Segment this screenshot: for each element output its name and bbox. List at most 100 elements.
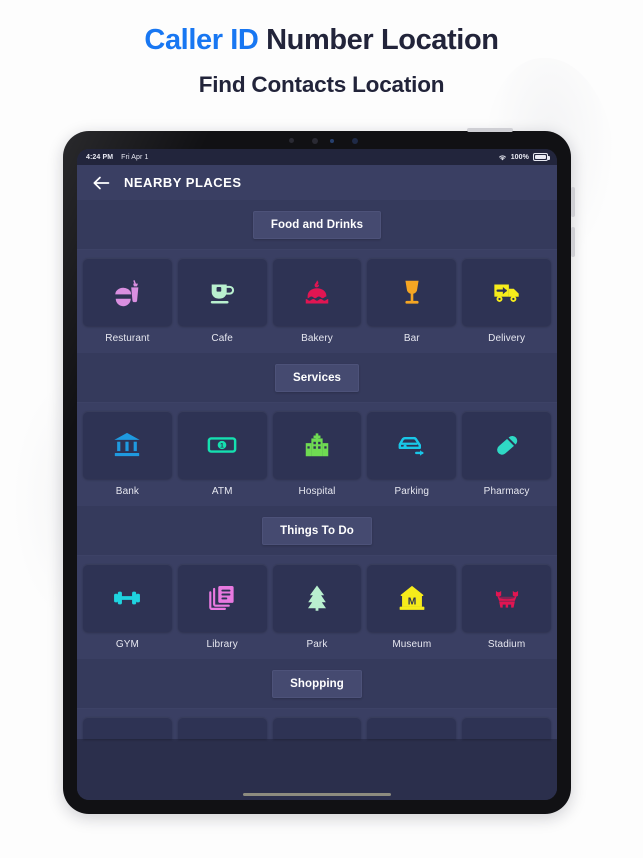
promo-title: Caller ID Number Location	[0, 24, 643, 57]
tile-icon-box[interactable]: 1	[177, 411, 267, 479]
camera-lens-icon	[312, 137, 318, 144]
tile-icon-box[interactable]: M	[367, 564, 457, 632]
place-tile-atm[interactable]: 1 ATM	[177, 411, 267, 497]
front-camera-icon	[352, 137, 358, 144]
battery-full-icon	[533, 153, 550, 161]
tile-icon-box[interactable]	[272, 564, 362, 632]
tile-row-services: Bank 1 ATM Hospital Parking Pharmacy	[77, 403, 557, 506]
tile-icon-box[interactable]	[462, 411, 551, 479]
tile-icon-box[interactable]	[177, 258, 267, 326]
place-tile-bar[interactable]: Bar	[367, 258, 457, 344]
pill-icon	[496, 435, 517, 455]
place-tile-bank[interactable]: Bank	[83, 411, 172, 497]
tile-label: Delivery	[488, 333, 526, 344]
tile-label: Cafe	[211, 333, 233, 344]
tablet-screen: 4:24 PM Fri Apr 1 100% NEARBY PLACES Foo…	[77, 149, 557, 800]
promo-subtitle: Find Contacts Location	[198, 72, 445, 98]
wifi-icon	[498, 154, 506, 160]
tile-label: Bank	[115, 486, 139, 497]
tree-icon	[307, 585, 326, 611]
category-chip-things-to-do[interactable]: Things To Do	[262, 517, 372, 545]
tablet-device-frame: 4:24 PM Fri Apr 1 100% NEARBY PLACES Foo…	[63, 128, 575, 814]
museum-icon: M	[399, 585, 425, 610]
place-tile-gym[interactable]: GYM	[83, 564, 172, 650]
hospital-icon	[305, 433, 329, 457]
svg-text:1: 1	[220, 442, 224, 449]
promo-title-rest: Number Location	[258, 24, 499, 56]
tile-icon-box[interactable]	[177, 564, 267, 632]
tile-icon-box[interactable]	[462, 258, 551, 326]
tile-label: Hospital	[298, 486, 336, 497]
place-tile-museum[interactable]: M Museum	[367, 564, 457, 650]
tile-icon-box[interactable]	[367, 411, 457, 479]
tile-label: Parking	[394, 486, 430, 497]
place-tile-delivery[interactable]: Delivery	[462, 258, 551, 344]
promo-title-accent: Caller ID	[144, 24, 259, 56]
power-button[interactable]	[467, 128, 513, 132]
svg-text:M: M	[407, 597, 416, 608]
tile-label: Bakery	[301, 333, 333, 344]
books-icon	[209, 586, 234, 610]
promo-header: Caller ID Number Location Find Contacts …	[0, 0, 643, 98]
tile-label: ATM	[211, 486, 233, 497]
place-tile-hospital[interactable]: Hospital	[272, 411, 362, 497]
section-header-services: Services	[77, 353, 557, 403]
tile-label: Stadium	[487, 639, 526, 650]
tile-icon-box[interactable]	[177, 717, 267, 739]
tile-label: Park	[306, 639, 328, 650]
status-right-group: 100%	[498, 153, 550, 161]
page-title: NEARBY PLACES	[124, 175, 242, 190]
place-tile-resturant[interactable]: Resturant	[83, 258, 172, 344]
section-header-things-to-do: Things To Do	[77, 506, 557, 556]
burger-drink-icon	[115, 280, 139, 307]
tile-icon-box[interactable]	[272, 411, 362, 479]
place-tile-parking[interactable]: Parking	[367, 411, 457, 497]
tile-row-food-and-drinks: Resturant Cafe Bakery Bar Delivery	[77, 250, 557, 353]
tile-label: Pharmacy	[483, 486, 530, 497]
tile-icon-box[interactable]	[83, 258, 172, 326]
tile-icon-box[interactable]	[462, 717, 551, 739]
place-tile[interactable]	[177, 717, 267, 739]
tile-icon-box[interactable]	[83, 564, 172, 632]
bank-icon	[114, 432, 141, 457]
volume-down-button[interactable]	[570, 227, 575, 257]
home-indicator[interactable]	[243, 792, 391, 796]
tile-label: Museum	[392, 639, 432, 650]
place-tile-bakery[interactable]: Bakery	[272, 258, 362, 344]
arrow-left-icon[interactable]	[93, 176, 110, 190]
nearby-places-list[interactable]: Food and Drinks Resturant Cafe Bakery Bar Del…	[77, 200, 557, 800]
car-icon	[398, 436, 424, 456]
banknote-icon: 1	[207, 437, 237, 453]
sensor-dot-icon	[330, 139, 334, 143]
place-tile[interactable]	[83, 717, 172, 739]
tile-icon-box[interactable]	[462, 564, 551, 632]
tile-label: Library	[206, 639, 238, 650]
place-tile-stadium[interactable]: Stadium	[462, 564, 551, 650]
category-chip-services[interactable]: Services	[274, 364, 360, 392]
tile-icon-box[interactable]	[367, 258, 457, 326]
screenshot-root: Caller ID Number Location Find Contacts …	[0, 0, 643, 858]
tile-icon-box[interactable]	[83, 717, 172, 739]
tile-icon-box[interactable]	[367, 717, 457, 739]
wine-glass-icon	[405, 280, 419, 304]
coffee-cup-icon	[210, 284, 235, 304]
category-chip-shopping[interactable]: Shopping	[272, 670, 362, 698]
place-tile[interactable]	[272, 717, 362, 739]
volume-up-button[interactable]	[570, 187, 575, 217]
tile-icon-box[interactable]	[272, 717, 362, 739]
place-tile-cafe[interactable]: Cafe	[177, 258, 267, 344]
dumbbell-icon	[114, 591, 141, 605]
tile-row-things-to-do: GYM Library Park M Museum Stadium	[77, 556, 557, 659]
place-tile-pharmacy[interactable]: Pharmacy	[462, 411, 551, 497]
place-tile-park[interactable]: Park	[272, 564, 362, 650]
place-tile-library[interactable]: Library	[177, 564, 267, 650]
section-header-food-and-drinks: Food and Drinks	[77, 200, 557, 250]
tile-label: GYM	[115, 639, 139, 650]
camera-dot-icon	[289, 138, 294, 143]
tile-icon-box[interactable]	[272, 258, 362, 326]
place-tile[interactable]	[367, 717, 457, 739]
tile-icon-box[interactable]	[83, 411, 172, 479]
category-chip-food-and-drinks[interactable]: Food and Drinks	[252, 211, 382, 239]
app-header-bar: NEARBY PLACES	[77, 165, 557, 200]
place-tile[interactable]	[462, 717, 551, 739]
